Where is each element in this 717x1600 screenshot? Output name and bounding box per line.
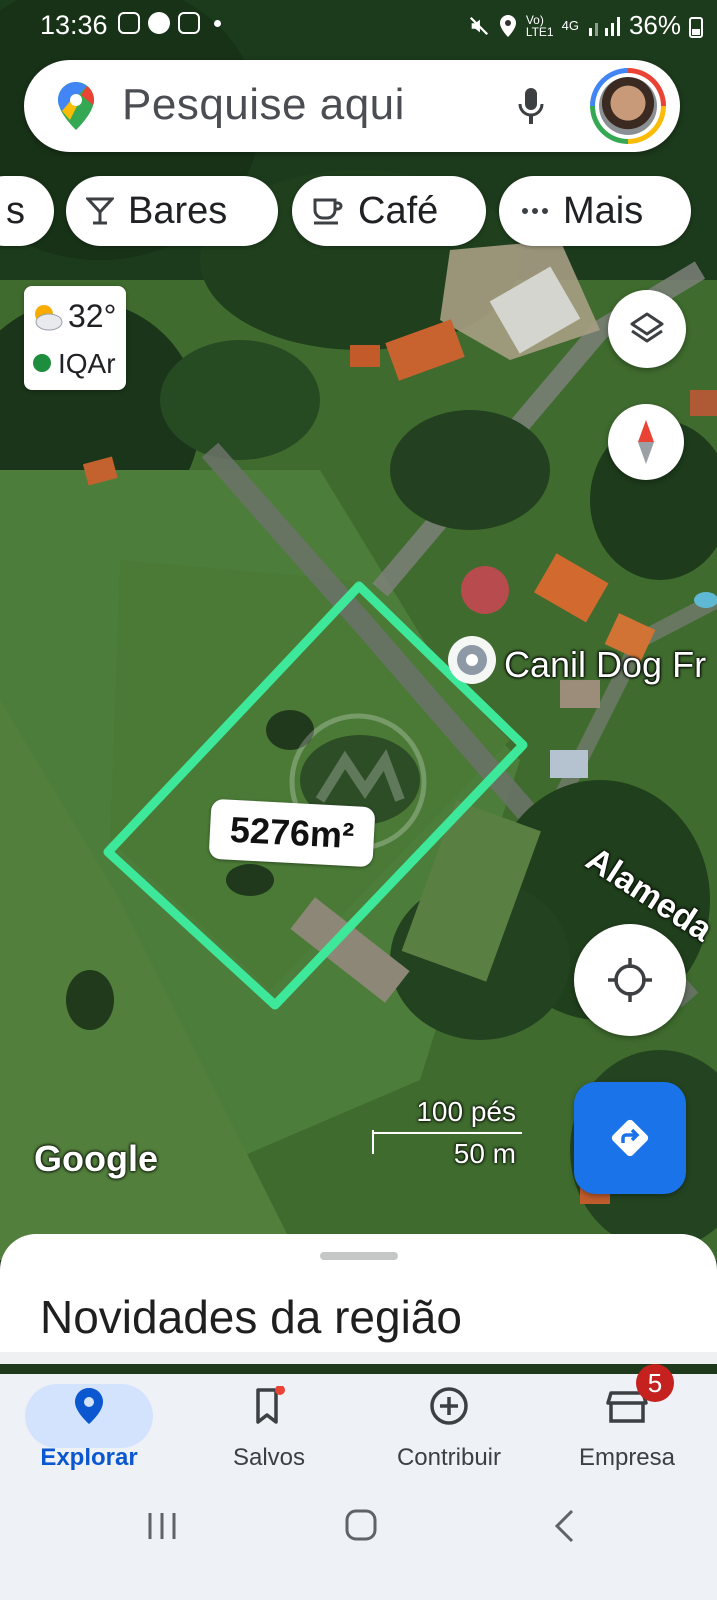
poi-label[interactable]: Canil Dog Fr — [504, 644, 706, 686]
compass-button[interactable] — [608, 404, 684, 480]
battery-icon — [689, 16, 703, 38]
network-type: 4G — [561, 18, 579, 33]
system-navigation-bar — [0, 1484, 717, 1600]
chip-cafe[interactable]: Café — [292, 176, 486, 246]
sheet-title: Novidades da região — [40, 1291, 462, 1343]
bottom-navigation: Explorar Salvos Contribuir 5 Empresa — [0, 1364, 717, 1484]
scale-imperial: 100 pés — [416, 1096, 516, 1127]
compass-icon — [638, 420, 654, 464]
map-scale: 100 pés 50 m — [372, 1096, 522, 1169]
location-icon — [499, 14, 516, 37]
nav-label: Salvos — [232, 1444, 306, 1471]
cocktail-icon — [86, 196, 114, 226]
battery-percent: 36% — [628, 10, 681, 40]
back-icon[interactable] — [552, 1508, 576, 1544]
nav-salvos[interactable]: Salvos — [194, 1374, 344, 1484]
telegram-icon — [148, 12, 170, 34]
search-input[interactable]: Pesquise aqui — [122, 80, 405, 130]
weather-temperature: 32° — [68, 298, 117, 334]
google-attribution: Google — [34, 1138, 158, 1179]
aqi-label: IQAr — [58, 348, 116, 379]
chip-partial[interactable]: s — [0, 176, 54, 246]
nav-explorar[interactable]: Explorar — [14, 1374, 164, 1484]
explore-pin-icon — [75, 1388, 103, 1424]
recent-apps-icon[interactable] — [146, 1510, 178, 1542]
scale-metric: 50 m — [453, 1138, 516, 1169]
weather-card[interactable]: 32° IQAr — [24, 286, 126, 390]
avatar[interactable] — [590, 68, 666, 144]
nav-label: Contribuir — [396, 1444, 502, 1471]
notification-badge: 5 — [636, 1364, 674, 1402]
status-time: 13:36 — [40, 10, 108, 40]
category-chips: s Bares Café Mais — [0, 176, 717, 246]
chip-label: Mais — [563, 189, 644, 232]
directions-button[interactable] — [574, 1082, 686, 1194]
coffee-icon — [312, 196, 344, 226]
instagram-icon — [118, 12, 140, 34]
more-icon — [521, 207, 549, 215]
nav-contribuir[interactable]: Contribuir — [374, 1374, 524, 1484]
chip-label: Bares — [128, 189, 228, 232]
add-circle-icon — [430, 1387, 468, 1425]
crosshair-icon — [608, 958, 652, 1002]
sheet-handle[interactable] — [320, 1252, 398, 1260]
layers-icon — [630, 312, 664, 343]
home-icon[interactable] — [344, 1508, 378, 1542]
notification-dot-icon — [214, 19, 221, 27]
instagram-icon — [178, 12, 200, 34]
divider — [0, 1352, 717, 1364]
nav-label: Explorar — [40, 1444, 138, 1471]
maps-pin-icon — [58, 82, 94, 130]
signal-icon — [588, 16, 620, 36]
my-location-button[interactable] — [574, 924, 686, 1036]
bottom-sheet[interactable]: Novidades da região — [0, 1234, 717, 1364]
directions-icon — [611, 1119, 649, 1157]
nav-label: Empresa — [578, 1444, 676, 1471]
chip-label: Café — [358, 189, 439, 232]
chip-bares[interactable]: Bares — [66, 176, 278, 246]
chip-mais[interactable]: Mais — [499, 176, 691, 246]
partly-cloudy-icon — [35, 305, 63, 331]
aqi-status-dot — [33, 354, 51, 372]
volte-icon: Vo) LTE1 — [525, 12, 554, 39]
search-bar[interactable]: Pesquise aqui — [24, 60, 680, 152]
mute-icon — [469, 16, 488, 35]
layers-button[interactable] — [608, 290, 686, 368]
chip-label: s — [6, 189, 25, 232]
bookmark-icon — [256, 1386, 285, 1424]
mic-icon[interactable] — [516, 86, 546, 126]
status-bar: 13:36 Vo) LTE1 4G 36% — [0, 0, 717, 50]
nav-empresa[interactable]: 5 Empresa — [552, 1364, 702, 1484]
area-measurement-label: 5276m² — [208, 798, 376, 868]
